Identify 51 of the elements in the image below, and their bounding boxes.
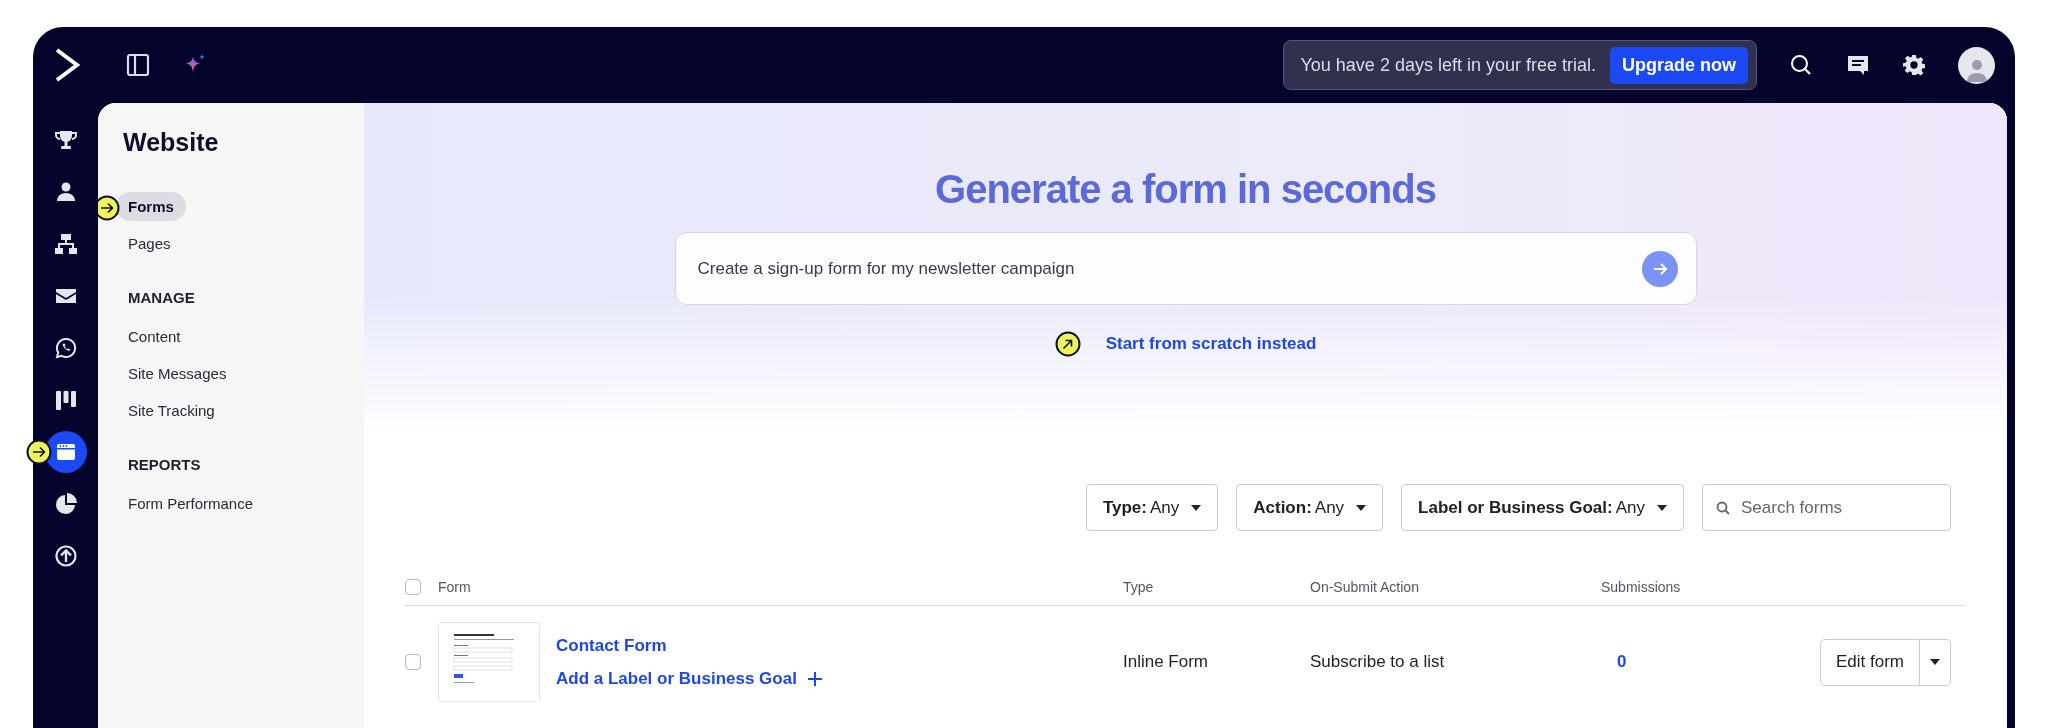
filter-dropdown[interactable]: Type: Any (1085, 484, 1219, 531)
chat-bubble-icon[interactable] (53, 336, 78, 360)
prompt-field[interactable]: Create a sign-up form for my newsletter campaign (695, 257, 1642, 280)
filter-dropdown[interactable]: Action: Any (1236, 484, 1384, 531)
chat-icon[interactable] (1846, 53, 1870, 77)
section-heading: MANAGE (127, 288, 196, 308)
column-header: Submissions (1601, 579, 1681, 595)
column-header: Type (1123, 579, 1154, 595)
search-field[interactable]: Search forms (1702, 484, 1951, 531)
start-from-scratch-link[interactable]: Start from scratch instead (1105, 334, 1317, 354)
search-icon[interactable] (1789, 53, 1813, 77)
trial-message: You have 2 days left in your free trial. (1300, 54, 1596, 76)
caret-button[interactable] (1920, 638, 1951, 686)
caret-icon (1356, 504, 1367, 511)
caret-icon (1191, 504, 1202, 511)
settings-icon[interactable] (1903, 54, 1925, 76)
caret-icon (1657, 504, 1667, 511)
sidebar-item[interactable]: Site Tracking (116, 396, 227, 425)
pie-chart-icon[interactable] (53, 492, 78, 516)
column-header: On-Submit Action (1310, 579, 1419, 595)
checkbox[interactable] (405, 579, 421, 595)
hierarchy-icon[interactable] (53, 232, 78, 256)
checkbox[interactable] (405, 654, 421, 670)
sidebar-item[interactable]: Form Performance (116, 489, 266, 518)
edit-form-button[interactable]: Edit form (1819, 638, 1920, 686)
table-cell: Inline Form (1123, 652, 1209, 672)
table-cell: Subscribe to a list (1310, 652, 1445, 672)
prompt-box[interactable]: Create a sign-up form for my newsletter campaign (674, 232, 1697, 305)
form-name-link[interactable]: Contact Form (556, 635, 823, 656)
submit-button[interactable] (1641, 250, 1678, 287)
submissions-count-link[interactable]: 0 (1617, 652, 1627, 672)
trophy-icon[interactable] (53, 128, 78, 152)
section-heading: REPORTS (127, 455, 202, 475)
hero-title: Generate a form in seconds (935, 166, 1436, 213)
caret-icon (1930, 659, 1940, 665)
plus-icon (806, 670, 823, 687)
column-header: Form (438, 579, 471, 595)
sidebar-item[interactable]: Pages (116, 229, 183, 258)
sidebar-toggle-icon[interactable] (126, 53, 150, 77)
upload-circle-icon[interactable] (53, 544, 78, 568)
columns-icon[interactable] (53, 388, 78, 412)
search-icon (1716, 501, 1730, 515)
filter-dropdown[interactable]: Label or Business Goal: Any (1401, 484, 1684, 531)
upgrade-button[interactable]: Upgrade now (1610, 46, 1748, 84)
sidebar-item[interactable]: Forms (116, 192, 186, 221)
add-label-link[interactable]: Add a Label or Business Goal (556, 668, 823, 689)
sidebar-title: Website (123, 128, 220, 157)
sidebar-item[interactable]: Site Messages (116, 359, 239, 388)
logo-icon[interactable] (54, 48, 80, 82)
sidebar-item[interactable]: Content (116, 322, 193, 351)
user-avatar[interactable] (1958, 46, 1995, 84)
